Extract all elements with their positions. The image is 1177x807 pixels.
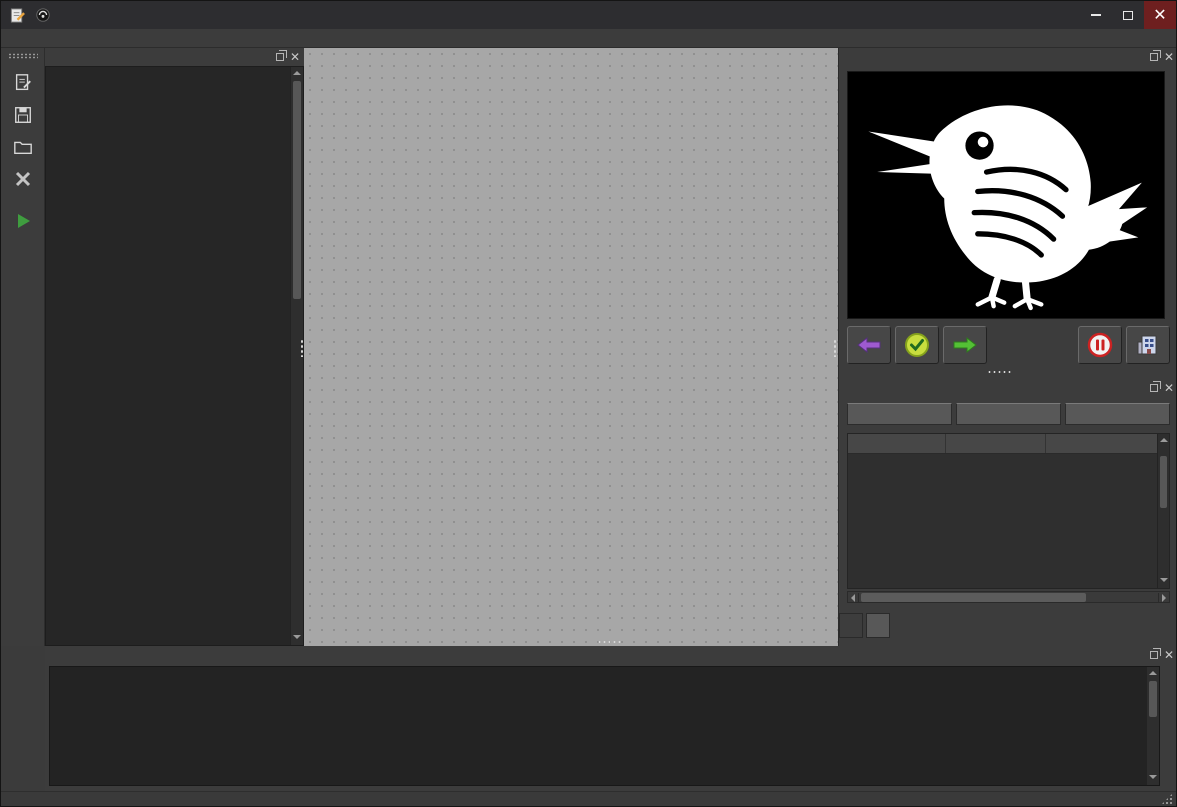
close-project-button[interactable] [8,165,38,193]
close-button[interactable]: ✕ [1144,1,1176,29]
emulator-screen [847,71,1165,319]
header-format[interactable] [946,434,1046,453]
save-icon [13,105,33,125]
minimize-icon [1091,14,1101,16]
scroll-up-icon[interactable] [1160,438,1168,442]
close-icon: ✕ [1153,7,1166,23]
add-image-button[interactable] [956,403,1061,425]
run-play-icon [13,211,33,231]
splitter-right[interactable] [833,339,837,357]
new-script-button[interactable] [8,69,38,97]
header-description[interactable] [1046,434,1169,453]
home-icon [1136,333,1160,357]
save-button[interactable] [8,101,38,129]
scroll-down-icon[interactable] [1160,578,1168,582]
left-toolbar [1,48,45,646]
logs-dock: ✕ [45,646,1177,791]
tab-story-resources[interactable] [866,613,890,638]
new-script-icon [13,73,33,93]
app-gear-icon [33,5,53,25]
scroll-up-icon[interactable] [1149,671,1157,675]
toolbar-grip[interactable] [8,53,38,59]
pause-icon [1086,331,1114,359]
splitter-left[interactable] [300,339,304,357]
log-output[interactable] [49,666,1160,786]
dock-tabs [839,613,890,638]
app-logo-icon [7,5,27,25]
close-icon[interactable]: ✕ [1164,383,1174,393]
menubar [1,29,1176,48]
resources-table[interactable] [847,433,1170,589]
script-editor-dock: ✕ [45,48,304,646]
add-sound-button[interactable] [847,403,952,425]
resources-titlebar[interactable]: ✕ [839,379,1177,397]
table-scrollbar[interactable] [1157,434,1169,588]
right-dock-column: ✕ ✕ [838,48,1177,646]
ok-button[interactable] [895,326,939,364]
table-hscrollbar[interactable] [847,591,1170,603]
close-icon[interactable]: ✕ [290,52,300,62]
float-icon[interactable] [1150,53,1158,61]
close-x-icon [14,170,32,188]
scrollbar-thumb[interactable] [1160,456,1167,508]
emulator-grip[interactable] [987,370,1013,374]
emulator-controls [847,326,1170,364]
scrollbar-thumb[interactable] [293,81,301,299]
scroll-up-icon[interactable] [293,71,301,75]
script-editor[interactable] [45,66,304,646]
app-window: ✕ ✕ [0,0,1177,807]
window-controls: ✕ [1080,1,1176,29]
scroll-left-icon[interactable] [848,593,859,603]
maximize-button[interactable] [1112,1,1144,29]
arrow-left-icon [856,336,882,354]
splitter-bottom[interactable] [597,640,623,644]
home-button[interactable] [1126,326,1170,364]
script-editor-titlebar[interactable]: ✕ [45,48,304,66]
minimize-button[interactable] [1080,1,1112,29]
table-header [848,434,1169,454]
close-icon[interactable]: ✕ [1164,52,1174,62]
arrow-right-icon [952,336,978,354]
tab-virtual-machine[interactable] [839,613,863,638]
emulator-titlebar[interactable]: ✕ [839,48,1177,66]
titlebar[interactable]: ✕ [1,1,1176,29]
scrollbar-thumb[interactable] [1149,681,1157,717]
float-icon[interactable] [1150,651,1158,659]
scroll-down-icon[interactable] [293,635,301,639]
next-button[interactable] [943,326,987,364]
resize-handle[interactable] [1161,793,1173,805]
scroll-down-icon[interactable] [1149,775,1157,779]
float-icon[interactable] [1150,384,1158,392]
code-lines [46,67,290,645]
resource-actions [847,403,1170,425]
open-folder-icon [13,137,33,157]
node-connections [304,48,838,646]
maximize-icon [1123,11,1133,20]
statusbar [1,791,1176,807]
logs-titlebar[interactable]: ✕ [45,646,1177,664]
node-canvas[interactable] [304,48,838,646]
bird-illustration [856,77,1156,313]
float-icon[interactable] [276,53,284,61]
scrollbar-thumb[interactable] [861,593,1086,602]
run-button[interactable] [8,207,38,235]
logs-scrollbar[interactable] [1146,667,1159,785]
delete-button[interactable] [1065,403,1170,425]
header-file[interactable] [848,434,946,453]
back-button[interactable] [847,326,891,364]
open-button[interactable] [8,133,38,161]
pause-button[interactable] [1078,326,1122,364]
check-icon [903,331,931,359]
scroll-right-icon[interactable] [1158,593,1169,603]
close-icon[interactable]: ✕ [1164,650,1174,660]
